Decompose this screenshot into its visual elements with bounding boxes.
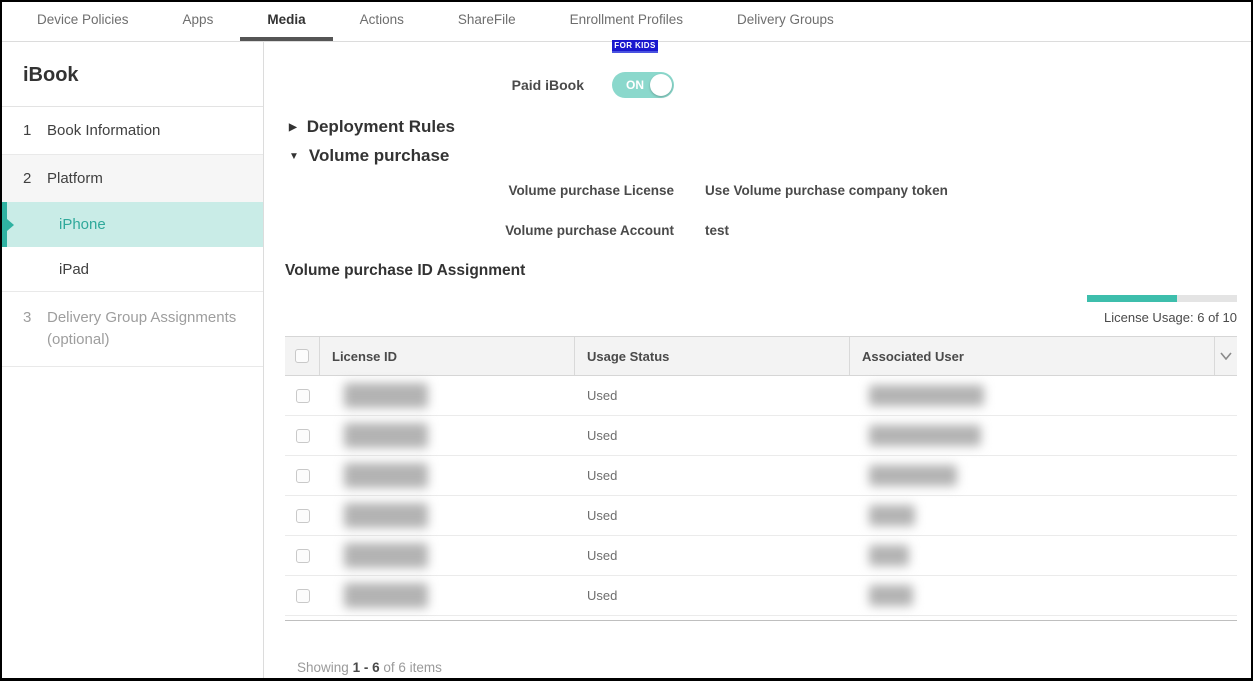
step-label: Delivery Group Assignments (optional) — [47, 307, 253, 351]
column-header-license-id[interactable]: License ID — [320, 337, 575, 375]
row-checkbox[interactable] — [296, 589, 310, 603]
item-range: 1 - 6 — [353, 660, 380, 675]
tab-apps[interactable]: Apps — [156, 2, 241, 41]
redacted-associated-user — [869, 585, 913, 606]
chevron-down-icon — [1220, 352, 1232, 360]
table-row: Used — [285, 496, 1237, 536]
for-kids-badge: FOR KIDS — [612, 40, 658, 53]
step-number: 3 — [23, 307, 47, 351]
field-label: Volume purchase Account — [264, 223, 674, 238]
section-label: Deployment Rules — [307, 117, 455, 137]
expanded-triangle-icon: ▼ — [289, 151, 299, 162]
volume-purchase-expander[interactable]: ▼ Volume purchase — [289, 146, 449, 166]
step-label: Platform — [47, 170, 103, 187]
table-header: License ID Usage Status Associated User — [285, 336, 1237, 376]
redacted-license-id — [344, 543, 428, 568]
volume-purchase-license-field: Volume purchase License Use Volume purch… — [264, 183, 948, 198]
usage-status-value: Used — [575, 576, 850, 615]
sidebar-item-ipad[interactable]: iPad — [2, 247, 263, 292]
usage-status-value: Used — [575, 536, 850, 575]
redacted-license-id — [344, 383, 428, 408]
table-bottom-border — [285, 616, 1237, 621]
column-header-associated-user[interactable]: Associated User — [850, 337, 1215, 375]
tab-device-policies[interactable]: Device Policies — [10, 2, 156, 41]
page-title: iBook — [2, 42, 263, 107]
platform-label: iPad — [59, 261, 89, 278]
redacted-license-id — [344, 463, 428, 488]
sidebar-step-platform[interactable]: 2 Platform — [2, 155, 263, 202]
redacted-license-id — [344, 583, 428, 608]
row-checkbox[interactable] — [296, 429, 310, 443]
tab-delivery-groups[interactable]: Delivery Groups — [710, 2, 861, 41]
table-row: Used — [285, 456, 1237, 496]
field-value: test — [705, 223, 729, 238]
top-tab-bar: Device Policies Apps Media Actions Share… — [2, 2, 1251, 42]
paid-ibook-label: Paid iBook — [264, 77, 584, 93]
volume-purchase-account-field: Volume purchase Account test — [264, 223, 729, 238]
step-number: 2 — [23, 170, 47, 187]
assignment-section-title: Volume purchase ID Assignment — [285, 262, 525, 280]
toggle-knob — [650, 74, 672, 96]
license-assignment-table: License ID Usage Status Associated User … — [285, 336, 1237, 621]
tab-media[interactable]: Media — [240, 2, 332, 41]
paid-ibook-toggle[interactable]: ON — [612, 72, 674, 98]
redacted-associated-user — [869, 425, 981, 446]
step-number: 1 — [23, 122, 47, 139]
select-all-checkbox[interactable] — [295, 349, 309, 363]
sidebar-item-iphone[interactable]: iPhone — [2, 202, 263, 247]
usage-status-value: Used — [575, 496, 850, 535]
tab-actions[interactable]: Actions — [333, 2, 431, 41]
table-row: Used — [285, 416, 1237, 456]
field-value: Use Volume purchase company token — [705, 183, 948, 198]
redacted-associated-user — [869, 385, 984, 406]
selected-arrow-icon — [7, 219, 14, 231]
toggle-on-label: ON — [626, 78, 644, 92]
row-checkbox[interactable] — [296, 549, 310, 563]
platform-label: iPhone — [59, 216, 106, 233]
row-checkbox[interactable] — [296, 389, 310, 403]
redacted-associated-user — [869, 465, 957, 486]
row-checkbox[interactable] — [296, 509, 310, 523]
column-header-usage-status[interactable]: Usage Status — [575, 337, 850, 375]
field-label: Volume purchase License — [264, 183, 674, 198]
pagination-summary: Showing 1 - 6 of 6 items — [297, 660, 442, 675]
collapsed-triangle-icon: ▶ — [289, 122, 297, 133]
license-usage-progress-bar — [1087, 295, 1237, 302]
progress-fill — [1087, 295, 1177, 302]
tab-enrollment-profiles[interactable]: Enrollment Profiles — [543, 2, 710, 41]
deployment-rules-expander[interactable]: ▶ Deployment Rules — [289, 117, 455, 137]
tab-sharefile[interactable]: ShareFile — [431, 2, 543, 41]
usage-status-value: Used — [575, 416, 850, 455]
redacted-license-id — [344, 423, 428, 448]
step-label: Book Information — [47, 122, 160, 139]
redacted-associated-user — [869, 545, 909, 566]
redacted-associated-user — [869, 505, 915, 526]
usage-status-value: Used — [575, 456, 850, 495]
sidebar-step-book-information[interactable]: 1 Book Information — [2, 107, 263, 155]
table-row: Used — [285, 376, 1237, 416]
app-window: Device Policies Apps Media Actions Share… — [0, 0, 1253, 681]
main-content: FOR KIDS Paid iBook ON ▶ Deployment Rule… — [264, 42, 1251, 678]
sidebar-step-delivery-groups[interactable]: 3 Delivery Group Assignments (optional) — [2, 292, 263, 367]
section-label: Volume purchase — [309, 146, 449, 166]
table-row: Used — [285, 576, 1237, 616]
table-row: Used — [285, 536, 1237, 576]
license-usage-text: License Usage: 6 of 10 — [937, 310, 1237, 325]
redacted-license-id — [344, 503, 428, 528]
paid-ibook-row: Paid iBook ON — [264, 72, 674, 98]
column-options-button[interactable] — [1215, 337, 1237, 375]
row-checkbox[interactable] — [296, 469, 310, 483]
usage-status-value: Used — [575, 376, 850, 415]
wizard-sidebar: iBook 1 Book Information 2 Platform iPho… — [2, 42, 264, 678]
